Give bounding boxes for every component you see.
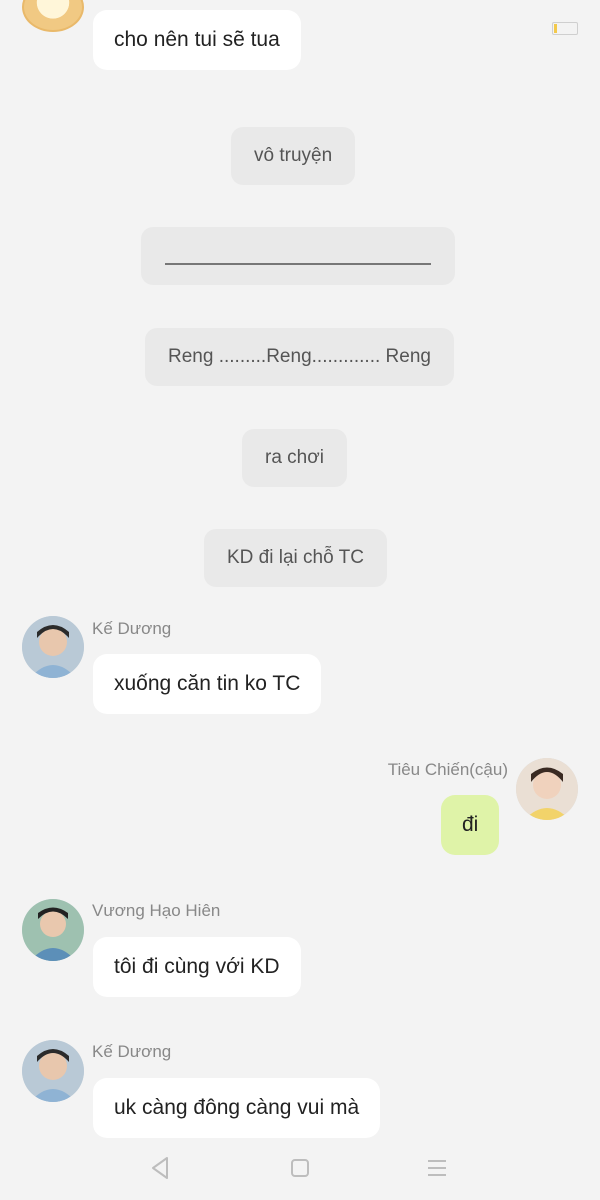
message-bubble[interactable]: cho nên tui sẽ tua <box>93 10 301 70</box>
avatar-tieu-chien[interactable] <box>516 758 578 820</box>
avatar-ke-duong[interactable] <box>22 616 84 678</box>
top-avatar <box>22 0 84 32</box>
message-bubble-sent[interactable]: đi <box>441 795 500 855</box>
sender-name: Kế Dương <box>92 619 172 638</box>
sender-name: Tiêu Chiến(cậu) <box>387 760 508 779</box>
avatar-vuong-hao-hien[interactable] <box>22 899 84 961</box>
menu-lines-icon[interactable] <box>417 1150 457 1186</box>
sender-name: Kế Dương <box>92 1042 172 1061</box>
narration-divider-pill[interactable] <box>141 227 455 285</box>
narration-pill[interactable]: ra chơi <box>242 429 347 487</box>
home-square-icon[interactable] <box>280 1150 320 1186</box>
message-bubble[interactable]: xuống căn tin ko TC <box>93 654 322 714</box>
narration-pill[interactable]: Reng .........Reng............. Reng <box>145 328 454 386</box>
narration-pill[interactable]: vô truyện <box>231 127 356 185</box>
battery-icon <box>552 22 578 35</box>
narration-pill[interactable]: KD đi lại chỗ TC <box>204 529 387 587</box>
divider-line <box>165 263 431 265</box>
message-bubble[interactable]: tôi đi cùng với KD <box>93 937 301 997</box>
back-triangle-icon[interactable] <box>141 1150 181 1186</box>
message-bubble[interactable]: uk càng đông càng vui mà <box>93 1078 381 1138</box>
navigation-bar <box>0 1138 600 1200</box>
sender-name: Vương Hạo Hiên <box>92 901 221 920</box>
avatar-ke-duong[interactable] <box>22 1040 84 1102</box>
